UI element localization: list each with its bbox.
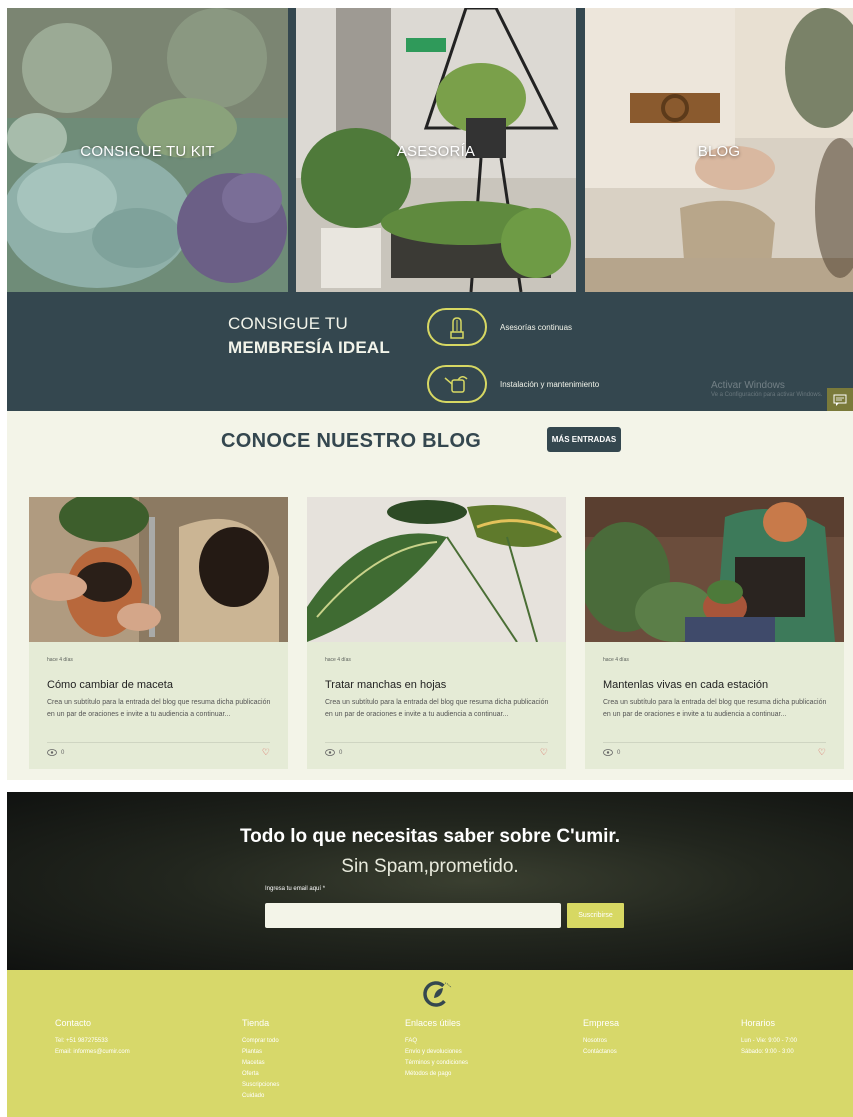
- membership-title-line2: MEMBRESÍA IDEAL: [228, 338, 390, 357]
- heart-icon[interactable]: ♡: [540, 747, 548, 758]
- tile-asesoria[interactable]: ASESORÍA: [296, 8, 576, 292]
- footer-heading: Empresa: [583, 1018, 620, 1028]
- footer-link[interactable]: Términos y condiciones: [405, 1058, 468, 1069]
- post-date: hace 4 días: [47, 657, 73, 663]
- heart-icon[interactable]: ♡: [262, 747, 270, 758]
- footer-shop: Tienda Comprar todo Plantas Macetas Ofer…: [242, 1018, 279, 1102]
- repotting-image: [29, 497, 288, 642]
- tile-asesoria-title[interactable]: ASESORÍA: [296, 143, 576, 160]
- cactus-icon: [427, 308, 487, 346]
- email-input[interactable]: [265, 903, 561, 928]
- windows-activation-title: Activar Windows: [711, 380, 785, 391]
- tile-blog-title[interactable]: BLOG: [585, 143, 853, 160]
- windows-activation-subtitle: Ve a Configuración para activar Windows.: [711, 392, 823, 398]
- post-date: hace 4 días: [325, 657, 351, 663]
- views-count: 0: [61, 749, 65, 756]
- footer-heading: Horarios: [741, 1018, 776, 1028]
- eye-icon: [325, 749, 335, 756]
- views-count: 0: [339, 749, 343, 756]
- footer-link[interactable]: Métodos de pago: [405, 1069, 468, 1080]
- post-title[interactable]: Mantenlas vivas en cada estación: [603, 679, 768, 691]
- footer-phone[interactable]: Tel: +51 987275533: [55, 1036, 130, 1047]
- footer-link[interactable]: Suscripciones: [242, 1080, 279, 1091]
- footer-heading: Tienda: [242, 1018, 270, 1028]
- tile-blog[interactable]: BLOG: [585, 8, 853, 292]
- footer-hours: Horarios Lun - Vie: 9:00 - 7:00 Sábado: …: [741, 1018, 797, 1058]
- eye-icon: [603, 749, 613, 756]
- blog-title: CONOCE NUESTRO BLOG: [221, 430, 482, 452]
- footer-useful-links: Enlaces útiles FAQ Envío y devoluciones …: [405, 1018, 468, 1080]
- post-title[interactable]: Tratar manchas en hojas: [325, 679, 446, 691]
- feature-instalacion: Instalación y mantenimiento: [500, 380, 600, 389]
- card-divider: [603, 742, 826, 743]
- footer-link[interactable]: Macetas: [242, 1058, 279, 1069]
- footer-link[interactable]: Cuidado: [242, 1091, 279, 1102]
- membership-banner: CONSIGUE TU MEMBRESÍA IDEAL Asesorías co…: [7, 292, 853, 411]
- footer-company: Empresa Nosotros Contáctanos: [583, 1018, 619, 1058]
- views-count: 0: [617, 749, 621, 756]
- footer-link[interactable]: Comprar todo: [242, 1036, 279, 1047]
- post-date: hace 4 días: [603, 657, 629, 663]
- footer-email[interactable]: Email: informes@cumir.com: [55, 1047, 130, 1058]
- post-excerpt: Crea un subtítulo para la entrada del bl…: [47, 699, 271, 718]
- views-counter: 0: [325, 749, 342, 756]
- footer-contact: Contacto Tel: +51 987275533 Email: infor…: [55, 1018, 130, 1058]
- blog-section: CONOCE NUESTRO BLOG MÁS ENTRADAS hace 4 …: [7, 411, 853, 780]
- chat-button[interactable]: [827, 388, 853, 411]
- card-divider: [325, 742, 548, 743]
- membership-title-line1: CONSIGUE TU: [228, 314, 348, 333]
- blog-card[interactable]: hace 4 días Cómo cambiar de maceta Crea …: [29, 497, 288, 769]
- newsletter-title: Todo lo que necesitas saber sobre C'umir…: [239, 826, 621, 847]
- views-counter: 0: [47, 749, 64, 756]
- hero-tiles: CONSIGUE TU KIT ASESORÍA BLOG: [7, 8, 853, 292]
- post-excerpt: Crea un subtítulo para la entrada del bl…: [325, 699, 549, 718]
- footer-link[interactable]: FAQ: [405, 1036, 468, 1047]
- tile-kit-title[interactable]: CONSIGUE TU KIT: [7, 143, 288, 160]
- blog-card[interactable]: hace 4 días Tratar manchas en hojas Crea…: [307, 497, 566, 769]
- footer-link[interactable]: Envío y devoluciones: [405, 1047, 468, 1058]
- footer: Contacto Tel: +51 987275533 Email: infor…: [7, 970, 853, 1117]
- newsletter-subtitle: Sin Spam,prometido.: [341, 856, 519, 877]
- footer-hours-weekday: Lun - Vie: 9:00 - 7:00: [741, 1038, 797, 1044]
- footer-link[interactable]: Contáctanos: [583, 1047, 619, 1058]
- gardener-image: [585, 497, 844, 642]
- post-title[interactable]: Cómo cambiar de maceta: [47, 679, 173, 691]
- subscribe-button[interactable]: Suscribirse: [567, 903, 624, 928]
- views-counter: 0: [603, 749, 620, 756]
- footer-link[interactable]: Oferta: [242, 1069, 279, 1080]
- feature-asesorias: Asesorías continuas: [500, 323, 573, 332]
- post-excerpt: Crea un subtítulo para la entrada del bl…: [603, 699, 827, 718]
- footer-link[interactable]: Nosotros: [583, 1036, 619, 1047]
- footer-heading: Contacto: [55, 1018, 92, 1028]
- cumir-logo-icon[interactable]: [418, 978, 458, 1008]
- heart-icon[interactable]: ♡: [818, 747, 826, 758]
- blog-card[interactable]: hace 4 días Mantenlas vivas en cada esta…: [585, 497, 844, 769]
- watering-can-icon: [427, 365, 487, 403]
- footer-link[interactable]: Plantas: [242, 1047, 279, 1058]
- eye-icon: [47, 749, 57, 756]
- newsletter-section: Todo lo que necesitas saber sobre C'umir…: [7, 792, 853, 970]
- footer-heading: Enlaces útiles: [405, 1018, 461, 1028]
- leaves-image: [307, 497, 566, 642]
- more-posts-button[interactable]: MÁS ENTRADAS: [547, 427, 621, 452]
- footer-hours-saturday: Sábado: 9:00 - 3:00: [741, 1049, 794, 1055]
- tile-kit[interactable]: CONSIGUE TU KIT: [7, 8, 288, 292]
- card-divider: [47, 742, 270, 743]
- chat-icon: [833, 394, 847, 406]
- email-label: Ingresa tu email aquí *: [265, 886, 326, 892]
